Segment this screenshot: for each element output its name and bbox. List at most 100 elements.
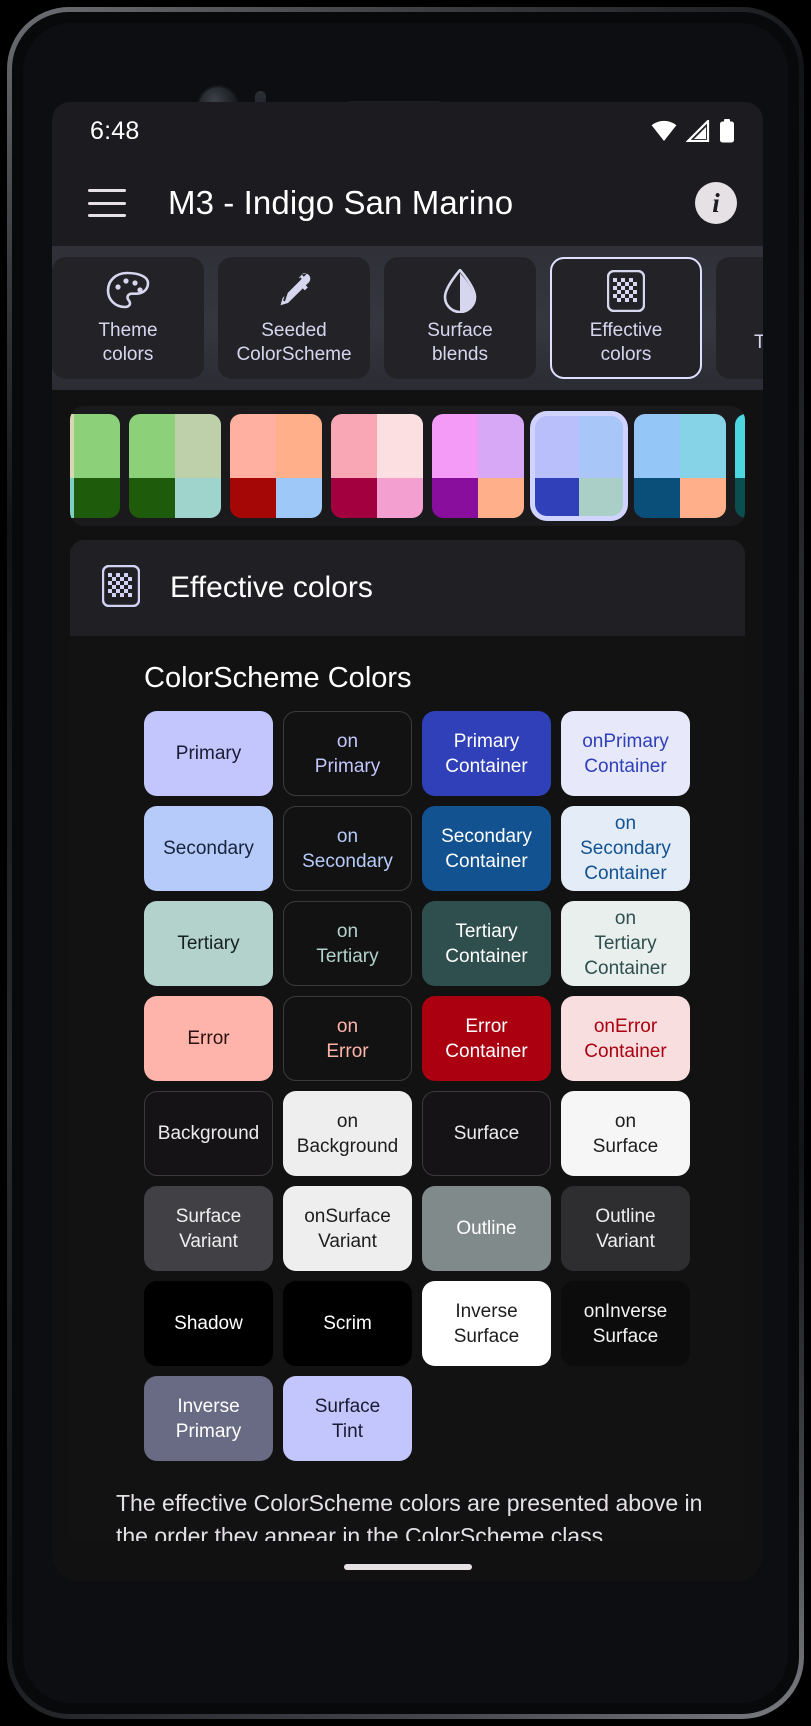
status-bar: 6:48 (52, 102, 763, 160)
section-title: ColorScheme Colors (144, 662, 412, 694)
color-box-primary-container: Primary Container (422, 711, 551, 796)
palette-swatch-bl (331, 478, 377, 518)
colorscheme-color-grid: Primary on Primary Primary Container onPrim… (144, 711, 717, 1461)
palette-swatch-bl (634, 478, 680, 518)
color-box-on-secondary-container: on Secondary Container (561, 806, 690, 891)
status-time: 6:48 (90, 116, 140, 145)
color-box-secondary-container: Secondary Container (422, 806, 551, 891)
palette-swatch-tl (331, 414, 377, 479)
color-box-tertiary: Tertiary (144, 901, 273, 986)
color-box-inverse-surface: Inverse Surface (422, 1281, 551, 1366)
color-box-on-tertiary: on Tertiary (283, 901, 412, 986)
palette-swatch-tl (533, 414, 579, 479)
water-drop-icon (443, 269, 477, 313)
palette-card[interactable] (735, 414, 745, 518)
palette-swatch-tr (579, 414, 625, 479)
palette-swatch-br (74, 478, 120, 518)
status-icons (651, 119, 735, 143)
gesture-pill[interactable] (343, 1564, 472, 1570)
tab-label: TextField (753, 332, 763, 353)
wifi-icon (651, 120, 677, 141)
tab-textfield[interactable]: 123TextField (716, 257, 763, 379)
theme-palette-row[interactable] (70, 406, 745, 526)
palette-swatch-tl (129, 414, 175, 479)
palette-swatch-tl (432, 414, 478, 479)
palette-card[interactable] (331, 414, 423, 518)
tab-effective-colors[interactable]: Effective colors (550, 257, 702, 379)
eyedropper-icon (274, 269, 314, 313)
device-screen: 6:48 M3 - Indigo San Marino i Theme colo… (52, 102, 763, 1582)
tab-seeded-colorscheme[interactable]: Seeded ColorScheme (218, 257, 370, 379)
color-box-error: Error (144, 996, 273, 1081)
palette-swatch-tr (377, 414, 423, 479)
palette-swatch-br (175, 478, 221, 518)
palette-card[interactable] (129, 414, 221, 518)
palette-swatch-tr (680, 414, 726, 479)
color-box-onprimary-container: onPrimary Container (561, 711, 690, 796)
color-box-surface-variant: Surface Variant (144, 1186, 273, 1271)
palette-swatch-bl (230, 478, 276, 518)
battery-icon (720, 119, 734, 143)
color-box-outline: Outline (422, 1186, 551, 1271)
palette-card[interactable] (530, 411, 628, 521)
color-box-onsurface-variant: onSurface Variant (283, 1186, 412, 1271)
tab-label: Surface blends (427, 320, 493, 365)
color-box-shadow: Shadow (144, 1281, 273, 1366)
tab-strip[interactable]: Theme colors Seeded ColorScheme Surface bl… (52, 246, 763, 390)
phone-body: 6:48 M3 - Indigo San Marino i Theme colo… (12, 12, 799, 1714)
palette-swatch-tr (74, 414, 120, 479)
palette-icon (106, 269, 150, 313)
page-title: M3 - Indigo San Marino (168, 184, 514, 221)
palette-swatch-br (680, 478, 726, 518)
effective-colors-panel: ColorScheme Colors Primary on Primary Prim… (70, 636, 745, 1541)
tab-label: Seeded ColorScheme (236, 320, 352, 365)
color-box-primary: Primary (144, 711, 273, 796)
cellular-signal-icon (686, 120, 710, 142)
color-box-oninverse-surface: onInverse Surface (561, 1281, 690, 1366)
panel-title: Effective colors (170, 571, 373, 604)
phone-frame: 6:48 M3 - Indigo San Marino i Theme colo… (7, 7, 804, 1719)
palette-card[interactable] (230, 414, 322, 518)
theme-palette-strip[interactable] (70, 406, 745, 526)
palette-swatch-br (276, 478, 322, 518)
palette-swatch-br (478, 478, 524, 518)
phone-bezel: 6:48 M3 - Indigo San Marino i Theme colo… (23, 23, 788, 1703)
sensor-strip (23, 51, 788, 125)
app-bar: M3 - Indigo San Marino i (52, 160, 763, 246)
panel-description: The effective ColorScheme colors are pre… (116, 1490, 703, 1541)
color-box-on-background: on Background (283, 1091, 412, 1176)
color-box-on-error: on Error (283, 996, 412, 1081)
color-box-outline-variant: Outline Variant (561, 1186, 690, 1271)
palette-swatch-tr (478, 414, 524, 479)
checkerboard-icon (607, 269, 645, 313)
gesture-nav-bar (52, 1552, 763, 1582)
color-box-on-secondary: on Secondary (283, 806, 412, 891)
panel-header[interactable]: Effective colors (70, 540, 745, 636)
palette-swatch-tr (175, 414, 221, 479)
color-box-surface-tint: Surface Tint (283, 1376, 412, 1461)
color-box-background: Background (144, 1091, 273, 1176)
checkerboard-icon (101, 564, 141, 612)
hamburger-menu-icon[interactable] (88, 189, 126, 217)
color-box-secondary: Secondary (144, 806, 273, 891)
tab-surface-blends[interactable]: Surface blends (384, 257, 536, 379)
color-box-on-tertiary-container: on Tertiary Container (561, 901, 690, 986)
palette-card[interactable] (634, 414, 726, 518)
color-box-inverse-primary: Inverse Primary (144, 1376, 273, 1461)
palette-card[interactable] (70, 414, 120, 518)
palette-swatch-br (377, 478, 423, 518)
palette-swatch-bl (735, 478, 745, 518)
palette-swatch-bl (533, 478, 579, 518)
color-box-tertiary-container: Tertiary Container (422, 901, 551, 986)
palette-swatch-br (579, 478, 625, 518)
tab-label: Effective colors (589, 320, 663, 365)
palette-swatch-tl (634, 414, 680, 479)
palette-swatch-tl (735, 414, 745, 479)
info-icon[interactable]: i (695, 182, 737, 224)
palette-card[interactable] (432, 414, 524, 518)
color-box-surface: Surface (422, 1091, 551, 1176)
palette-swatch-bl (432, 478, 478, 518)
color-box-error-container: Error Container (422, 996, 551, 1081)
tab-theme-colors[interactable]: Theme colors (52, 257, 204, 379)
color-box-on-surface: on Surface (561, 1091, 690, 1176)
